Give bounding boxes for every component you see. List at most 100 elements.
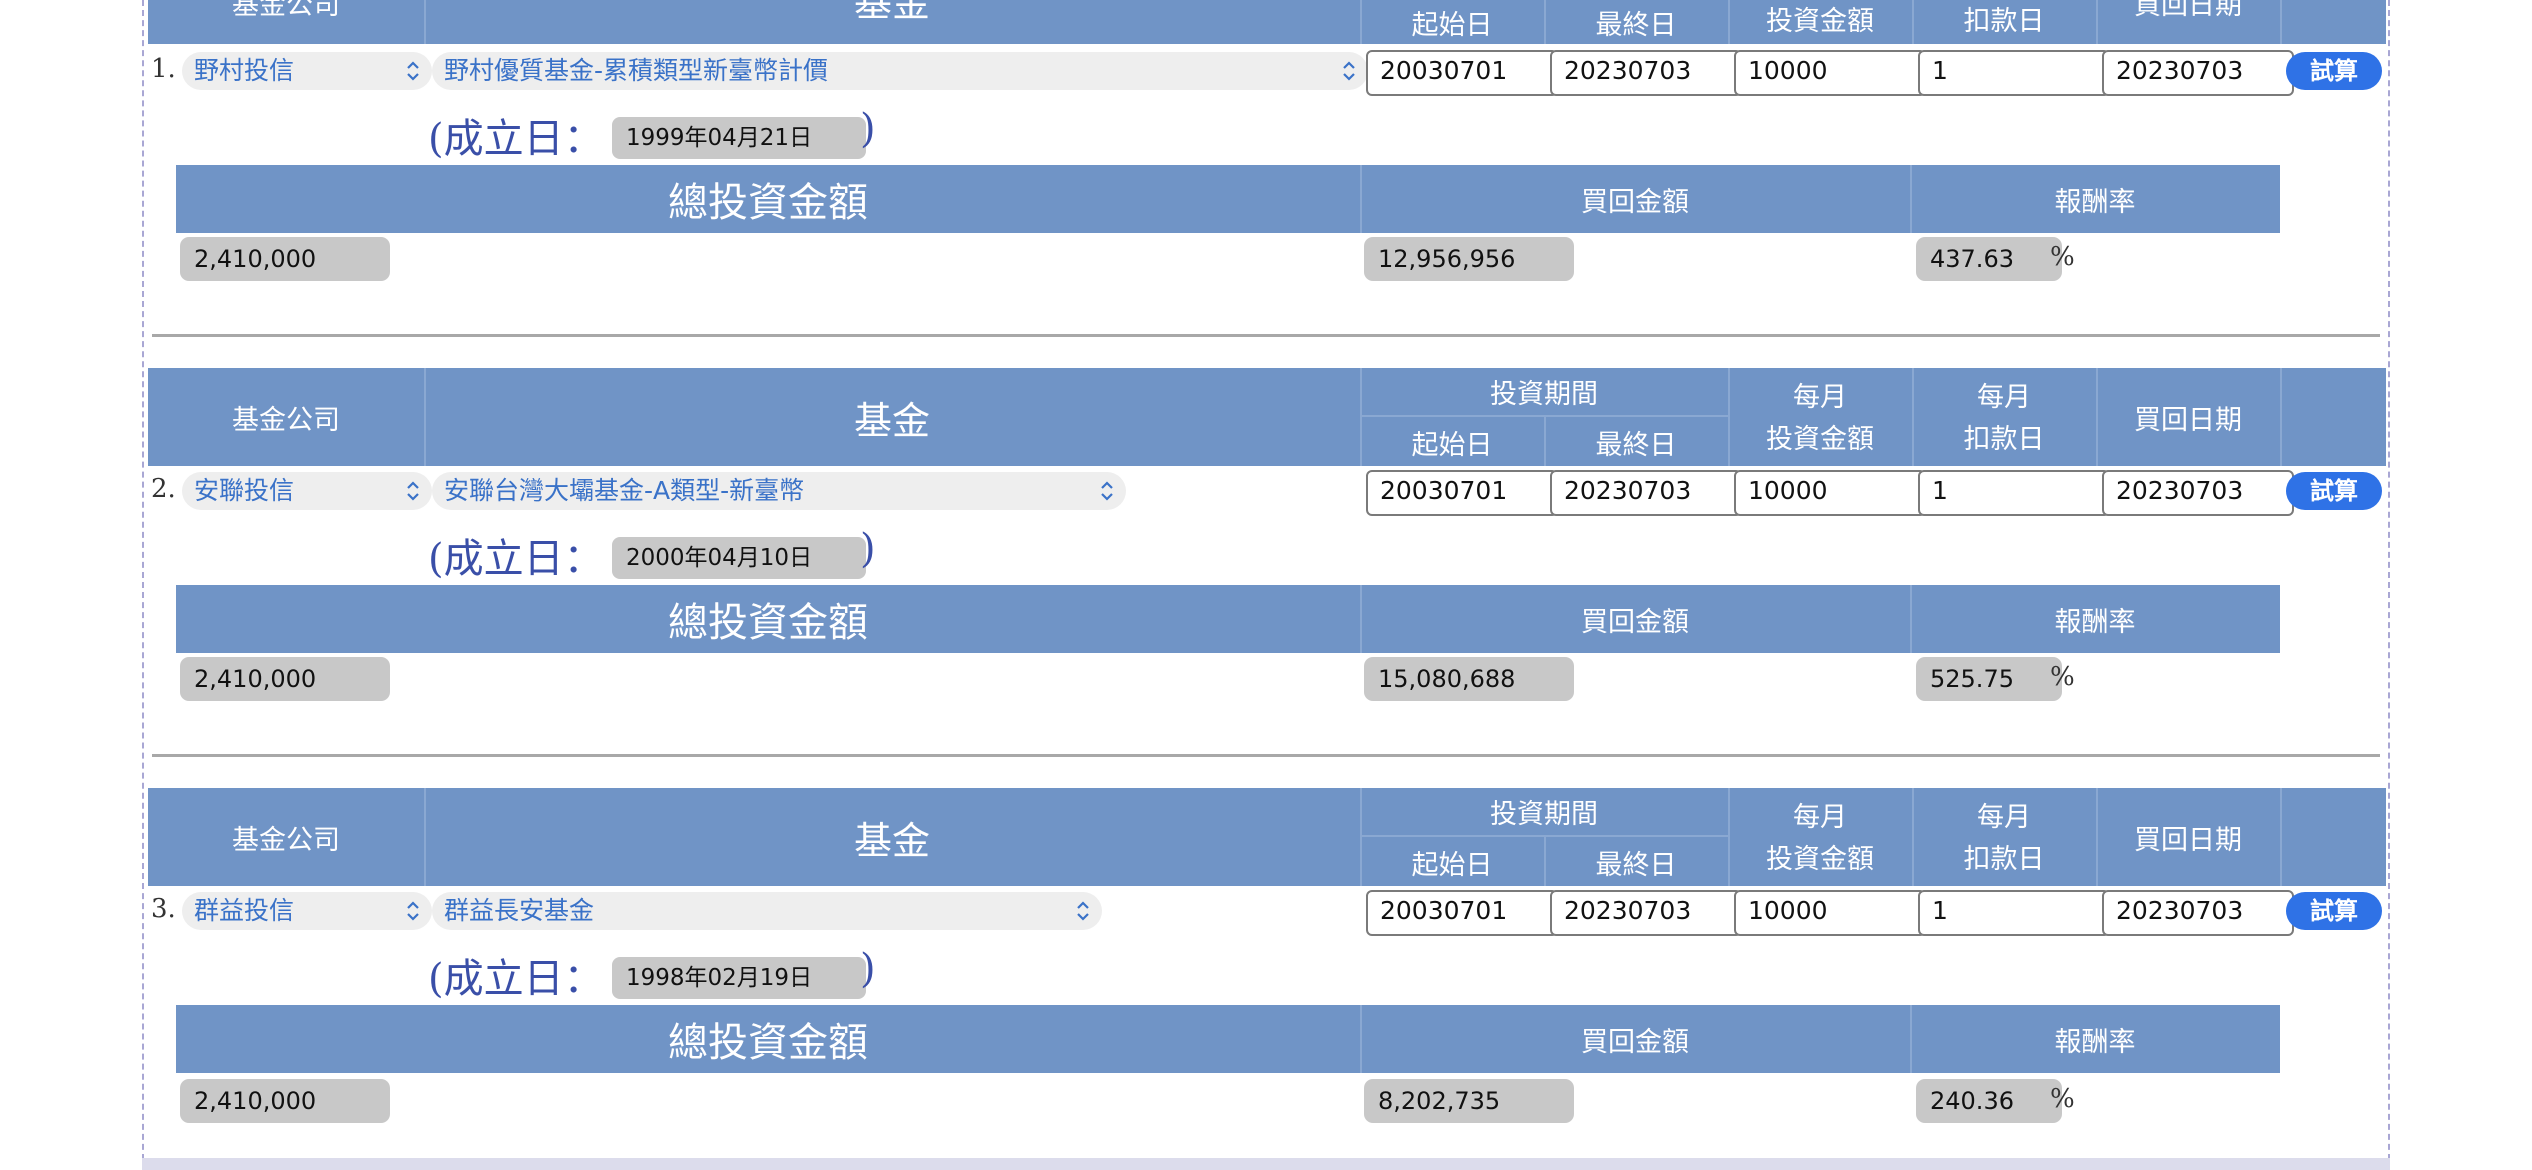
redeem-date-input[interactable]: 20230703	[2102, 890, 2294, 936]
row-number: 3.	[151, 894, 176, 924]
header-fund: 基金	[853, 818, 930, 863]
return-rate-value: 437.63	[1916, 237, 2062, 281]
redeem-amount-value: 12,956,956	[1364, 237, 1574, 281]
header-company: 基金公司	[232, 0, 340, 21]
header-return-rate: 報酬率	[2054, 1026, 2136, 1058]
chevron-updown-icon	[1343, 61, 1355, 81]
calculate-button[interactable]: 試算	[2286, 52, 2382, 90]
fund-table-header-1: 基金公司 基金 起始日 最終日 投資金額 扣款日 買回日期	[148, 0, 2386, 44]
calculate-button[interactable]: 試算	[2286, 472, 2382, 510]
header-redeem-amount: 買回金額	[1581, 186, 1689, 218]
header-debit-day: 扣款日	[1963, 843, 2045, 875]
debit-day-input[interactable]: 1	[1918, 470, 2110, 516]
total-investment-value: 2,410,000	[180, 237, 390, 281]
result-header: 總投資金額 買回金額 報酬率	[176, 165, 2280, 233]
chevron-updown-icon	[407, 481, 419, 501]
company-select-value: 野村投信	[194, 56, 295, 85]
header-redeem-amount: 買回金額	[1581, 1026, 1689, 1058]
header-return-rate: 報酬率	[2054, 606, 2136, 638]
redeem-date-input[interactable]: 20230703	[2102, 470, 2294, 516]
row-number: 1.	[151, 54, 176, 84]
header-period: 投資期間	[1490, 378, 1598, 410]
total-investment-value: 2,410,000	[180, 1079, 390, 1123]
header-amount: 投資金額	[1766, 843, 1874, 875]
header-end-date: 最終日	[1595, 429, 1677, 461]
header-period: 投資期間	[1490, 798, 1598, 830]
established-close: )	[860, 106, 876, 152]
company-select[interactable]: 野村投信	[182, 52, 432, 90]
header-company: 基金公司	[232, 824, 340, 856]
company-select-value: 安聯投信	[194, 476, 295, 505]
return-rate-value: 525.75	[1916, 657, 2062, 701]
header-total-investment: 總投資金額	[668, 180, 868, 226]
fund-table-header-3: 基金公司 基金 投資期間 起始日 最終日 每月 投資金額 每月 扣款日 買回日期	[148, 788, 2386, 886]
chevron-updown-icon	[407, 61, 419, 81]
row-number: 2.	[151, 474, 176, 504]
header-redeem-date: 買回日期	[2134, 0, 2242, 21]
header-start-date: 起始日	[1411, 849, 1493, 881]
established-date: 1999年04月21日	[612, 117, 866, 159]
debit-day-input[interactable]: 1	[1918, 890, 2110, 936]
header-monthly: 每月	[1793, 381, 1847, 413]
header-debit-day: 扣款日	[1963, 5, 2045, 37]
header-return-rate: 報酬率	[2054, 186, 2136, 218]
established-label: (成立日：	[428, 116, 604, 162]
header-end-date: 最終日	[1595, 849, 1677, 881]
established-close: )	[860, 946, 876, 992]
end-date-input[interactable]: 20230703	[1550, 890, 1742, 936]
header-fund: 基金	[853, 398, 930, 443]
total-investment-value: 2,410,000	[180, 657, 390, 701]
header-end-date: 最終日	[1595, 9, 1677, 41]
header-company: 基金公司	[232, 404, 340, 436]
header-amount: 投資金額	[1766, 5, 1874, 37]
company-select-value: 群益投信	[194, 896, 295, 925]
section-divider	[152, 334, 2380, 337]
percent-sign: %	[2050, 662, 2075, 692]
company-select[interactable]: 群益投信	[182, 892, 432, 930]
established-date: 2000年04月10日	[612, 537, 866, 579]
start-date-input[interactable]: 20030701	[1366, 470, 1558, 516]
chevron-updown-icon	[1077, 901, 1089, 921]
header-monthly: 每月	[1977, 801, 2031, 833]
calculate-button[interactable]: 試算	[2286, 892, 2382, 930]
header-fund: 基金	[853, 0, 930, 25]
header-monthly: 每月	[1793, 801, 1847, 833]
established-label: (成立日：	[428, 956, 604, 1002]
fund-select[interactable]: 群益長安基金	[432, 892, 1102, 930]
fund-table-header-2: 基金公司 基金 投資期間 起始日 最終日 每月 投資金額 每月 扣款日 買回日期	[148, 368, 2386, 466]
header-redeem-date: 買回日期	[2134, 404, 2242, 436]
start-date-input[interactable]: 20030701	[1366, 50, 1558, 96]
header-amount: 投資金額	[1766, 423, 1874, 455]
section-divider	[152, 754, 2380, 757]
fund-select[interactable]: 安聯台灣大壩基金-A類型-新臺幣	[432, 472, 1126, 510]
result-header: 總投資金額 買回金額 報酬率	[176, 1005, 2280, 1073]
fund-select-value: 野村優質基金-累積類型新臺幣計價	[444, 56, 829, 85]
debit-day-input[interactable]: 1	[1918, 50, 2110, 96]
fund-select-value: 安聯台灣大壩基金-A類型-新臺幣	[444, 476, 805, 505]
end-date-input[interactable]: 20230703	[1550, 470, 1742, 516]
start-date-input[interactable]: 20030701	[1366, 890, 1558, 936]
header-debit-day: 扣款日	[1963, 423, 2045, 455]
established-close: )	[860, 526, 876, 572]
header-start-date: 起始日	[1411, 429, 1493, 461]
fund-select[interactable]: 野村優質基金-累積類型新臺幣計價	[432, 52, 1368, 90]
redeem-amount-value: 15,080,688	[1364, 657, 1574, 701]
end-date-input[interactable]: 20230703	[1550, 50, 1742, 96]
header-monthly: 每月	[1977, 381, 2031, 413]
result-header: 總投資金額 買回金額 報酬率	[176, 585, 2280, 653]
header-redeem-date: 買回日期	[2134, 824, 2242, 856]
bottom-border	[142, 1158, 2390, 1170]
header-redeem-amount: 買回金額	[1581, 606, 1689, 638]
company-select[interactable]: 安聯投信	[182, 472, 432, 510]
header-start-date: 起始日	[1411, 9, 1493, 41]
percent-sign: %	[2050, 1084, 2075, 1114]
percent-sign: %	[2050, 242, 2075, 272]
established-date: 1998年02月19日	[612, 957, 866, 999]
monthly-amount-input[interactable]: 10000	[1734, 470, 1926, 516]
established-label: (成立日：	[428, 536, 604, 582]
monthly-amount-input[interactable]: 10000	[1734, 890, 1926, 936]
monthly-amount-input[interactable]: 10000	[1734, 50, 1926, 96]
fund-select-value: 群益長安基金	[444, 896, 595, 925]
redeem-amount-value: 8,202,735	[1364, 1079, 1574, 1123]
redeem-date-input[interactable]: 20230703	[2102, 50, 2294, 96]
